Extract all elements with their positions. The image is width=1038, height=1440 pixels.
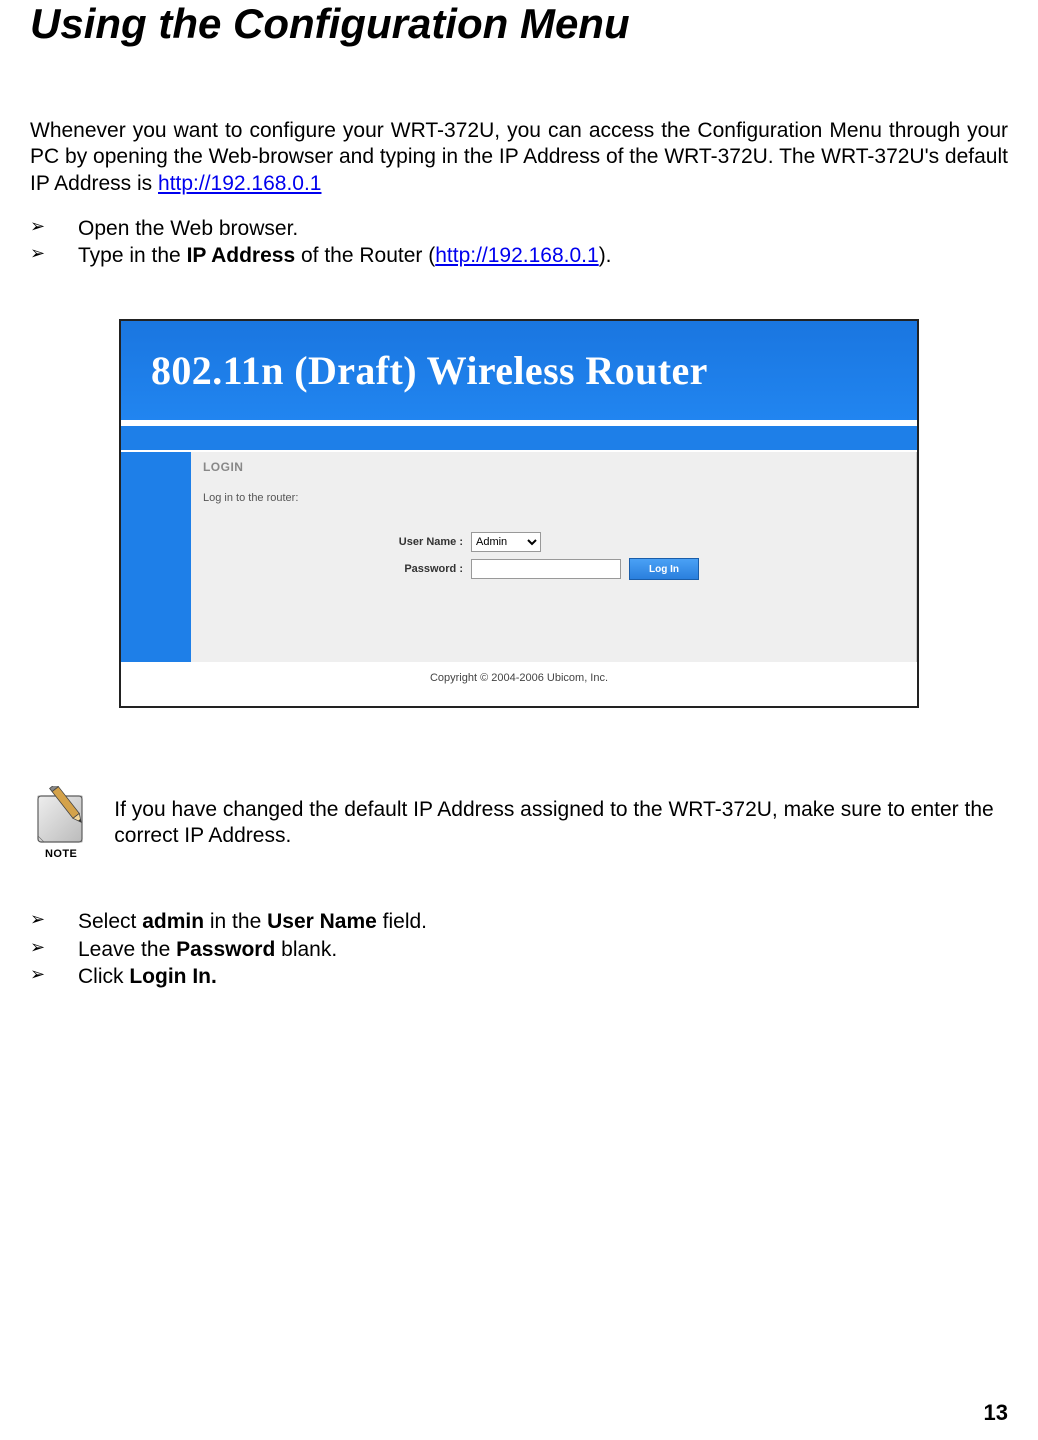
bb1-mid: in the — [204, 910, 267, 933]
bb1-post: field. — [377, 910, 427, 933]
intro-ip-link[interactable]: http://192.168.0.1 — [158, 172, 321, 195]
login-body: LOGIN Log in to the router: User Name : … — [121, 452, 917, 662]
bottom-bullet-3: Click Login In. — [30, 963, 1008, 990]
bottom-bullet-1: Select admin in the User Name field. — [30, 908, 1008, 935]
row-username: User Name : Admin — [203, 532, 904, 552]
top-bullet-list: Open the Web browser. Type in the IP Add… — [30, 215, 1008, 270]
bb2-pre: Leave the — [78, 938, 176, 961]
b2-mid: of the Router ( — [295, 244, 435, 267]
page-title: Using the Configuration Menu — [30, 0, 1008, 48]
bb2-post: blank. — [275, 938, 337, 961]
banner-stripe — [121, 426, 917, 452]
username-select[interactable]: Admin — [471, 532, 541, 552]
banner-title: 802.11n (Draft) Wireless Router — [151, 347, 708, 394]
row-password: Password : Log In — [203, 558, 904, 580]
label-username: User Name : — [203, 536, 463, 548]
login-form: User Name : Admin Password : Log In — [203, 532, 904, 580]
note-block: NOTE If you have changed the default IP … — [30, 778, 1008, 868]
b2-link[interactable]: http://192.168.0.1 — [435, 244, 598, 267]
note-text: If you have changed the default IP Addre… — [114, 797, 1008, 850]
b2-bold: IP Address — [187, 244, 296, 267]
login-heading: LOGIN — [203, 460, 904, 474]
pencil-note-icon — [32, 786, 90, 848]
bottom-bullet-2: Leave the Password blank. — [30, 936, 1008, 963]
bb1-bold1: admin — [142, 910, 204, 933]
note-label: NOTE — [45, 848, 77, 860]
b2-post: ). — [599, 244, 612, 267]
bottom-bullet-list: Select admin in the User Name field. Lea… — [30, 908, 1008, 990]
intro-paragraph: Whenever you want to configure your WRT-… — [30, 118, 1008, 197]
login-button[interactable]: Log In — [629, 558, 699, 580]
login-panel: LOGIN Log in to the router: User Name : … — [191, 452, 917, 662]
login-screenshot: 802.11n (Draft) Wireless Router LOGIN Lo… — [119, 319, 919, 708]
top-bullet-1: Open the Web browser. — [30, 215, 1008, 242]
login-copyright: Copyright © 2004-2006 Ubicom, Inc. — [121, 662, 917, 706]
label-password: Password : — [203, 563, 463, 575]
login-subheading: Log in to the router: — [203, 492, 904, 504]
login-banner: 802.11n (Draft) Wireless Router — [121, 321, 917, 426]
b2-pre: Type in the — [78, 244, 187, 267]
password-input[interactable] — [471, 559, 621, 579]
bb2-bold: Password — [176, 938, 275, 961]
page-number: 13 — [984, 1400, 1008, 1426]
bb1-bold2: User Name — [267, 910, 377, 933]
bb1-pre: Select — [78, 910, 142, 933]
bb3-pre: Click — [78, 965, 129, 988]
login-window: 802.11n (Draft) Wireless Router LOGIN Lo… — [119, 319, 919, 708]
login-side — [121, 452, 191, 662]
note-icon: NOTE — [30, 778, 92, 868]
bb3-bold: Login In. — [129, 965, 216, 988]
top-bullet-2: Type in the IP Address of the Router (ht… — [30, 242, 1008, 269]
